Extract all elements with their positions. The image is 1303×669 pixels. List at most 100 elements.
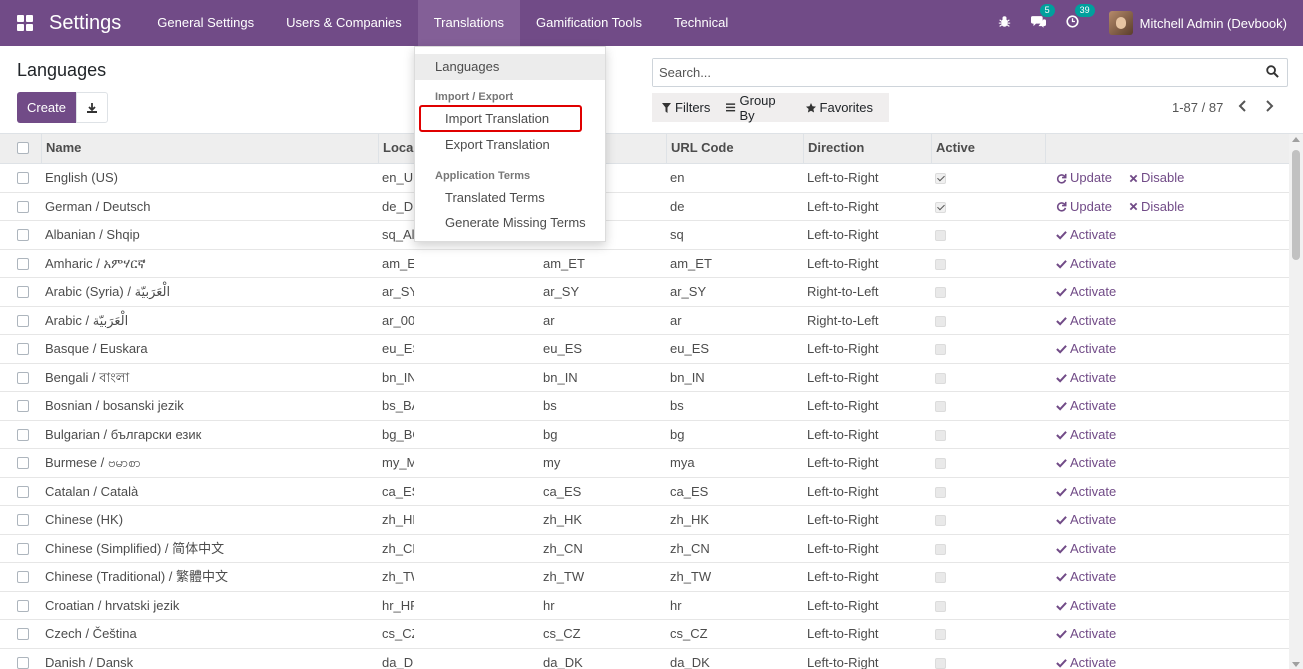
activate-button[interactable]: Activate (1056, 364, 1116, 392)
table-row[interactable]: Burmese / ဗမာစာ my_MM my mya Left-to-Right Ac… (0, 449, 1289, 478)
row-checkbox[interactable] (17, 200, 29, 213)
row-checkbox[interactable] (17, 371, 29, 384)
table-row[interactable]: Bengali / বাংলা bn_IN bn_IN bn_IN Left-to-Ri… (0, 363, 1289, 392)
column-active[interactable]: Active (931, 134, 1046, 164)
table-row[interactable]: Croatian / hrvatski jezik hr_HR hr hr Left-t… (0, 591, 1289, 620)
row-checkbox[interactable] (17, 400, 29, 412)
row-checkbox[interactable] (17, 286, 29, 298)
pager-value[interactable]: 1-87 / 87 (1172, 100, 1223, 115)
activities-clock-icon[interactable]: 39 (1066, 4, 1095, 31)
search-icon[interactable] (1266, 65, 1279, 78)
activate-button[interactable]: Activate (1056, 421, 1116, 449)
activate-button[interactable]: Activate (1056, 335, 1116, 363)
row-checkbox[interactable] (17, 656, 29, 669)
row-checkbox[interactable] (17, 542, 29, 555)
activate-button[interactable]: Activate (1056, 563, 1116, 591)
row-checkbox[interactable] (17, 628, 29, 640)
dropdown-item-translated-terms[interactable]: Translated Terms (415, 185, 605, 211)
activate-button[interactable]: Activate (1056, 449, 1116, 477)
table-row[interactable]: Arabic / الْعَرَبيّة ar_001 ar ar Right-to-L… (0, 306, 1289, 335)
table-row[interactable]: Chinese (Traditional) / 繁體中文 zh_TW zh_TW zh… (0, 563, 1289, 592)
activate-button[interactable]: Activate (1056, 278, 1116, 306)
translations-dropdown-menu: Languages Import / Export Import Transla… (414, 46, 606, 242)
table-row[interactable]: Catalan / Català ca_ES ca_ES ca_ES Left-to-R… (0, 477, 1289, 506)
group-by-button[interactable]: Group By (726, 93, 789, 123)
column-url-code[interactable]: URL Code (666, 134, 804, 164)
create-button[interactable]: Create (17, 92, 76, 123)
activate-button[interactable]: Activate (1056, 535, 1116, 563)
table-row[interactable]: Basque / Euskara eu_ES eu_ES eu_ES Left-to-R… (0, 335, 1289, 364)
table-row[interactable]: Danish / Dansk da_DK da_DK da_DK Left-to-Rig… (0, 648, 1289, 669)
filters-button[interactable]: Filters (662, 100, 710, 115)
menu-gamification-tools[interactable]: Gamification Tools (520, 0, 658, 46)
dropdown-item-generate-missing-terms[interactable]: Generate Missing Terms (415, 210, 605, 236)
activate-button[interactable]: Activate (1056, 592, 1116, 620)
row-checkbox[interactable] (17, 257, 29, 270)
search-box (652, 58, 1288, 87)
check-icon (1056, 601, 1067, 611)
activate-button[interactable]: Activate (1056, 221, 1116, 249)
row-checkbox[interactable] (17, 457, 29, 469)
scroll-up-arrow[interactable] (1292, 137, 1300, 142)
pager-previous-icon[interactable] (1238, 100, 1247, 115)
table-row[interactable]: Czech / Čeština cs_CZ cs_CZ cs_CZ Left-to-Ri… (0, 620, 1289, 649)
disable-button[interactable]: Disable (1129, 164, 1184, 192)
table-scrollbar[interactable] (1289, 134, 1303, 669)
disable-button[interactable]: Disable (1129, 193, 1184, 221)
dropdown-item-export-translation[interactable]: Export Translation (415, 132, 605, 158)
row-checkbox[interactable] (17, 485, 29, 498)
pager-next-icon[interactable] (1265, 100, 1274, 115)
row-checkbox[interactable] (17, 343, 29, 355)
row-checkbox[interactable] (17, 571, 29, 583)
row-checkbox[interactable] (17, 172, 29, 184)
row-checkbox[interactable] (17, 514, 29, 526)
user-menu[interactable]: Mitchell Admin (Devbook) (1140, 16, 1287, 31)
cell-active-checkbox (935, 401, 946, 412)
activate-button[interactable]: Activate (1056, 250, 1116, 278)
update-button[interactable]: Update (1056, 164, 1112, 192)
cell-direction: Left-to-Right (807, 369, 879, 385)
table-row[interactable]: Bosnian / bosanski jezik bs_BA bs bs Left-to… (0, 392, 1289, 421)
messages-icon[interactable]: 5 (1030, 4, 1055, 31)
group-by-label: Group By (739, 92, 776, 123)
activate-button[interactable]: Activate (1056, 506, 1116, 534)
menu-translations[interactable]: Translations (417, 0, 521, 46)
user-avatar[interactable] (1108, 11, 1133, 35)
select-all-checkbox[interactable] (17, 142, 29, 154)
table-row[interactable]: German / Deutsch de_D de Left-to-Right Updat… (0, 192, 1289, 221)
activate-button[interactable]: Activate (1056, 620, 1116, 648)
table-row[interactable]: Arabic (Syria) / الْعَرَبيّة ar_SY ar_SY ar… (0, 278, 1289, 307)
cell-active-checkbox (935, 315, 946, 327)
favorites-button[interactable]: Favorites (805, 100, 873, 115)
menu-general-settings[interactable]: General Settings (141, 0, 270, 46)
search-input[interactable] (653, 59, 1253, 86)
activate-button[interactable]: Activate (1056, 649, 1116, 669)
update-button[interactable]: Update (1056, 193, 1112, 221)
scroll-thumb[interactable] (1292, 150, 1300, 260)
row-checkbox[interactable] (17, 229, 29, 241)
cell-active-checkbox (935, 629, 946, 640)
apps-menu-icon[interactable] (17, 15, 33, 31)
dropdown-item-languages[interactable]: Languages (415, 54, 605, 80)
activate-button[interactable]: Activate (1056, 392, 1116, 420)
cell-iso-code: ca_ES (543, 483, 582, 499)
scroll-down-arrow[interactable] (1292, 662, 1300, 667)
table-row[interactable]: Amharic / አምሃርኛ am_ET am_ET am_ET Left-to-Ri… (0, 249, 1289, 278)
menu-technical[interactable]: Technical (658, 0, 744, 46)
activate-button[interactable]: Activate (1056, 307, 1116, 335)
table-row[interactable]: English (US) en_U en Left-to-Right Update Dis… (0, 164, 1289, 193)
row-checkbox[interactable] (17, 428, 29, 441)
column-direction[interactable]: Direction (803, 134, 932, 164)
debug-bug-icon[interactable] (998, 15, 1011, 31)
menu-users-companies[interactable]: Users & Companies (270, 0, 418, 46)
table-row[interactable]: Albanian / Shqip sq_Al sq Left-to-Right Acti… (0, 221, 1289, 250)
download-button[interactable] (76, 92, 108, 123)
table-row[interactable]: Chinese (HK) zh_HK zh_HK zh_HK Left-to-Right… (0, 506, 1289, 535)
cell-iso-code: ar (543, 312, 555, 328)
table-row[interactable]: Chinese (Simplified) / 简体中文 zh_CN zh_CN zh_… (0, 534, 1289, 563)
row-checkbox[interactable] (17, 599, 29, 612)
activate-button[interactable]: Activate (1056, 478, 1116, 506)
row-checkbox[interactable] (17, 314, 29, 327)
column-name[interactable]: Name (41, 134, 379, 164)
table-row[interactable]: Bulgarian / български език bg_BG bg bg Left-… (0, 420, 1289, 449)
